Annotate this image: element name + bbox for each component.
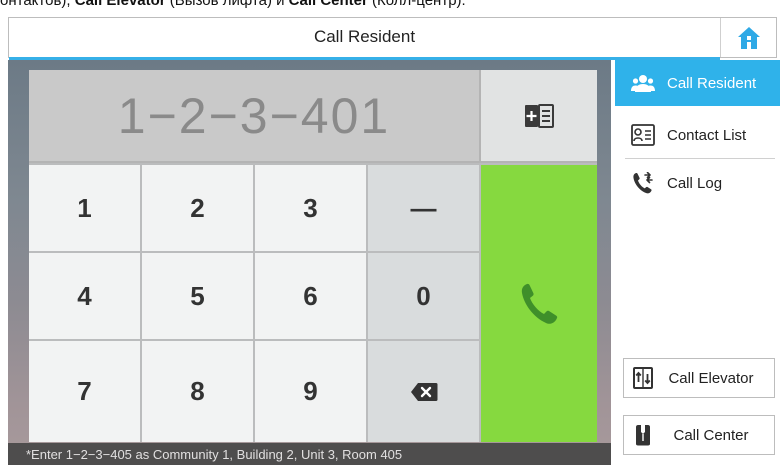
key-5[interactable]: 5: [142, 253, 253, 339]
sidebar-item-label: Call Resident: [667, 74, 757, 92]
sidebar-item-label: Call Log: [667, 174, 723, 192]
key-3[interactable]: 3: [255, 165, 366, 251]
contact-book-icon: [525, 103, 554, 128]
key-7[interactable]: 7: [29, 341, 140, 442]
sidebar-item-call-log[interactable]: Call Log: [615, 160, 780, 206]
key-6[interactable]: 6: [255, 253, 366, 339]
sidebar-item-label: Contact List: [667, 126, 747, 144]
call-center-icon: [632, 423, 654, 447]
header-bar: Call Resident: [8, 17, 777, 60]
backspace-icon: [410, 382, 437, 401]
sidebar: Call Resident Contact List Call Log Call…: [615, 60, 780, 465]
people-icon: [631, 71, 655, 95]
caption-text: онтактов), Call Elevator (Вызов лифта) и…: [0, 0, 466, 9]
home-icon: [738, 26, 760, 49]
elevator-icon: [632, 366, 654, 390]
key-dash[interactable]: —: [368, 165, 479, 251]
home-button[interactable]: [720, 18, 777, 57]
divider: [625, 158, 775, 159]
key-2[interactable]: 2: [142, 165, 253, 251]
contact-card-icon: [631, 123, 655, 147]
key-9[interactable]: 9: [255, 341, 366, 442]
dial-panel: 1−2−3−401 1 2 3 — 4 5 6 0 7 8 9 *Enter 1…: [8, 60, 611, 465]
page-title: Call Resident: [313, 27, 416, 46]
number-display: 1−2−3−401: [29, 70, 481, 163]
backspace-button[interactable]: [368, 341, 479, 442]
phone-icon: [521, 283, 558, 324]
key-1[interactable]: 1: [29, 165, 140, 251]
key-8[interactable]: 8: [142, 341, 253, 442]
call-elevator-label: Call Elevator: [668, 369, 754, 387]
call-center-label: Call Center: [673, 426, 749, 444]
sidebar-item-contact-list[interactable]: Contact List: [615, 112, 780, 158]
key-0[interactable]: 0: [368, 253, 479, 339]
call-center-button[interactable]: Call Center: [623, 415, 775, 455]
sidebar-item-call-resident[interactable]: Call Resident: [615, 60, 780, 106]
call-button[interactable]: [481, 165, 597, 442]
dial-hint: *Enter 1−2−3−405 as Community 1, Buildin…: [8, 443, 611, 465]
key-4[interactable]: 4: [29, 253, 140, 339]
contacts-button[interactable]: [481, 70, 597, 163]
call-elevator-button[interactable]: Call Elevator: [623, 358, 775, 398]
call-log-icon: [631, 171, 655, 195]
keypad-frame: 1−2−3−401 1 2 3 — 4 5 6 0 7 8 9: [29, 70, 597, 442]
